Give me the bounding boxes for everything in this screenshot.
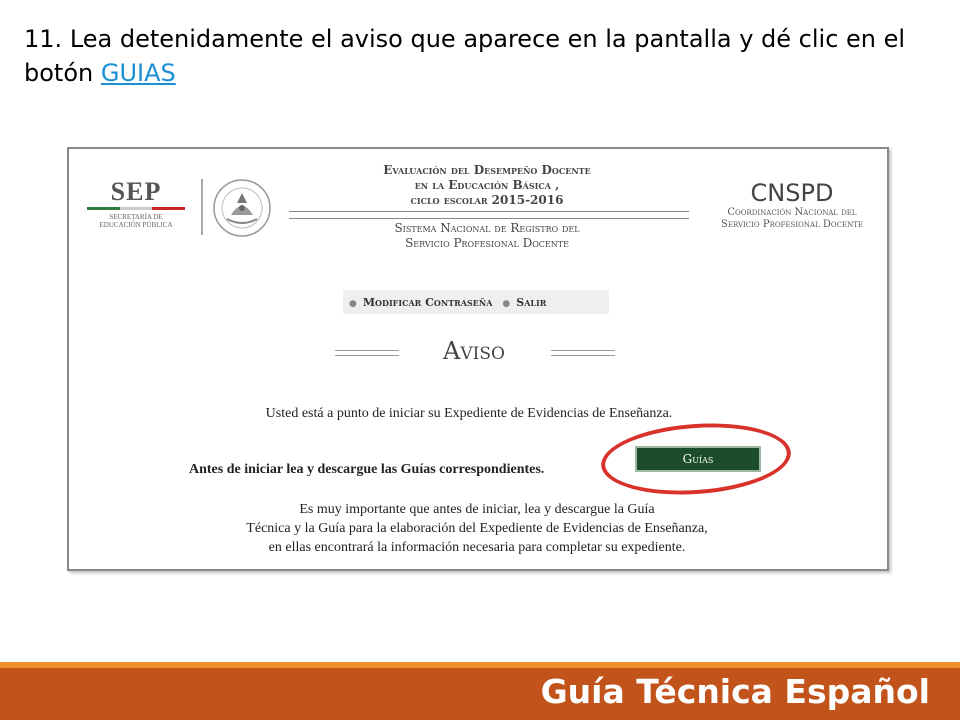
cnspd-logo-text: CNSPD <box>750 179 834 207</box>
cnspd-sub-line1: Coordinación Nacional del <box>727 207 857 218</box>
menu-item-label: Salir <box>516 295 547 309</box>
header-subtitle-line1: Sistema Nacional de Registro del <box>394 221 580 235</box>
top-menu: ● Modificar Contraseña ● Salir <box>343 290 609 314</box>
guias-button[interactable]: Guías <box>635 446 761 472</box>
footer-title: Guía Técnica Español <box>540 672 930 711</box>
sep-logo: SEP Secretaría de Educación Pública <box>83 179 189 229</box>
aviso-rule-right <box>551 350 615 356</box>
notice-paragraph: Es muy importante que antes de iniciar, … <box>169 500 785 557</box>
sep-logo-bar <box>87 207 186 210</box>
notice-para-line2: Técnica y la Guía para la elaboración de… <box>246 521 708 536</box>
notice-para-line1: Es muy importante que antes de iniciar, … <box>299 502 655 517</box>
header-subtitle: Sistema Nacional de Registro del Servici… <box>307 221 667 251</box>
header-title-line1: Evaluación del Desempeño Docente <box>383 163 591 177</box>
sep-sub-line2: Educación Pública <box>99 221 173 229</box>
aviso-title: Aviso <box>443 337 505 365</box>
screenshot-frame: SEP Secretaría de Educación Pública Eval… <box>67 147 889 571</box>
header-title-line2: en la Educación Básica , <box>414 178 560 192</box>
cnspd-sub-line2: Servicio Profesional Docente <box>721 219 863 230</box>
instruction-text: 11. Lea detenidamente el aviso que apare… <box>24 22 944 90</box>
cnspd-logo: CNSPD Coordinación Nacional del Servicio… <box>699 179 885 231</box>
sep-sub-line1: Secretaría de <box>109 213 163 221</box>
header-divider <box>201 179 203 235</box>
header-title-line3: ciclo escolar 2015-2016 <box>410 193 564 207</box>
menu-item-salir[interactable]: ● Salir <box>502 296 546 309</box>
menu-item-label: Modificar Contraseña <box>362 295 493 309</box>
menu-item-modificar-contrasena[interactable]: ● Modificar Contraseña <box>349 296 492 309</box>
guias-link[interactable]: GUIAS <box>101 59 176 87</box>
mexican-coat-of-arms-seal-icon <box>213 179 271 237</box>
instruction-number: 11. <box>24 25 63 53</box>
notice-line1: Usted está a punto de iniciar su Expedie… <box>265 406 673 421</box>
header-subtitle-line2: Servicio Profesional Docente <box>405 236 569 250</box>
bullet-icon: ● <box>502 298 511 309</box>
sep-logo-text: SEP <box>110 177 162 206</box>
notice-para-line3: en ellas encontrará la información neces… <box>268 540 686 555</box>
header-rule <box>289 211 689 219</box>
header-title: Evaluación del Desempeño Docente en la E… <box>307 163 667 208</box>
notice-line2: Antes de iniciar lea y descargue las Guí… <box>189 462 545 477</box>
bullet-icon: ● <box>349 298 357 309</box>
footer-bar: Guía Técnica Español <box>0 668 960 720</box>
aviso-rule-left <box>335 350 399 356</box>
